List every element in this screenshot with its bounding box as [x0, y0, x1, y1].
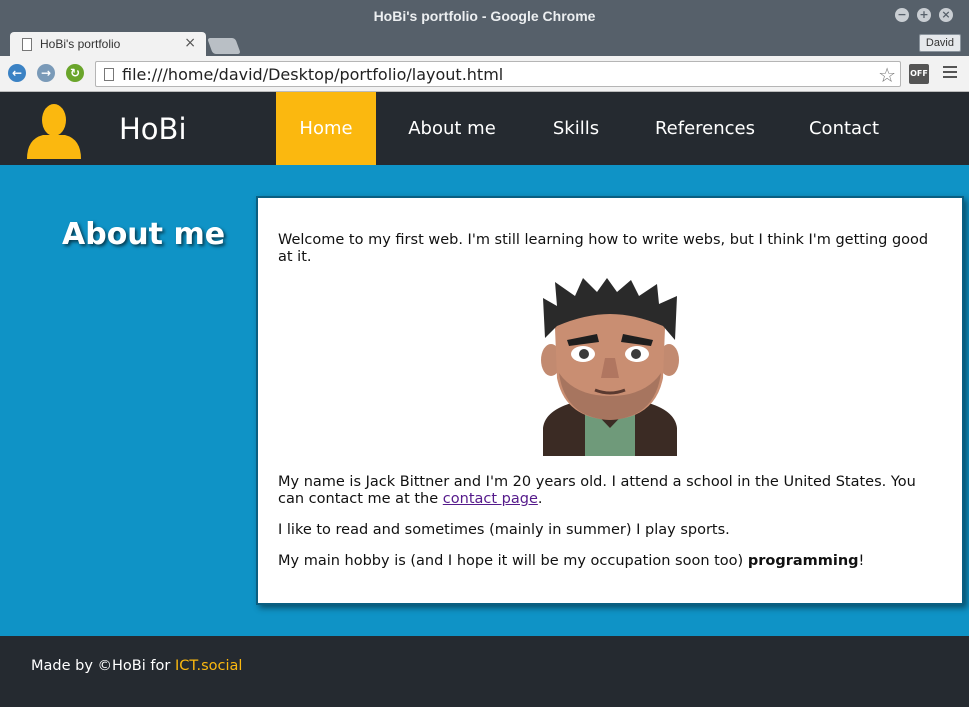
url-text[interactable]: file:///home/david/Desktop/portfolio/lay…: [122, 65, 503, 84]
main-hobby-end: !: [858, 553, 865, 569]
profile-button[interactable]: David: [918, 34, 961, 52]
nav-item-skills[interactable]: Skills: [528, 92, 624, 165]
arrow-right-icon: →: [40, 66, 52, 80]
minimize-icon[interactable]: −: [895, 8, 909, 22]
tab-title: HoBi's portfolio: [40, 37, 121, 51]
nav-item-references[interactable]: References: [624, 92, 786, 165]
window-controls: − + ×: [895, 8, 953, 22]
arrow-left-icon: ←: [11, 66, 23, 80]
tab-strip: HoBi's portfolio × David: [0, 32, 969, 56]
section-title: About me: [62, 217, 226, 252]
nav-item-home[interactable]: Home: [276, 92, 376, 165]
web-page: HoBi Home About me Skills References Con…: [0, 92, 969, 707]
main-hobby-paragraph: My main hobby is (and I hope it will be …: [278, 553, 942, 570]
bio-text-end: .: [537, 491, 543, 507]
hobbies-paragraph: I like to read and sometimes (mainly in …: [278, 522, 730, 538]
extension-off-icon[interactable]: OFF: [909, 64, 929, 84]
tab-close-icon[interactable]: ×: [184, 35, 196, 51]
close-window-icon[interactable]: ×: [939, 8, 953, 22]
avatar: [541, 278, 679, 456]
address-bar[interactable]: file:///home/david/Desktop/portfolio/lay…: [95, 61, 901, 87]
reload-icon: ↻: [69, 66, 81, 80]
document-icon: [22, 37, 32, 51]
forward-button[interactable]: →: [37, 64, 55, 82]
back-button[interactable]: ←: [8, 64, 26, 82]
site-footer: Made by ©HoBi for ICT.social: [0, 636, 969, 707]
maximize-icon[interactable]: +: [917, 8, 931, 22]
window-titlebar: HoBi's portfolio - Google Chrome − + ×: [0, 0, 969, 32]
page-icon: [104, 67, 114, 81]
footer-credit: Made by ©HoBi for: [31, 658, 175, 674]
window-title: HoBi's portfolio - Google Chrome: [373, 8, 596, 24]
site-name[interactable]: HoBi: [119, 112, 187, 146]
content-box: Welcome to my first web. I'm still learn…: [256, 196, 964, 605]
nav-item-about-me[interactable]: About me: [376, 92, 528, 165]
browser-toolbar: ← → ↻ file:///home/david/Desktop/portfol…: [0, 56, 969, 92]
site-header: HoBi Home About me Skills References Con…: [0, 92, 969, 165]
reload-button[interactable]: ↻: [66, 64, 84, 82]
user-silhouette-icon: [27, 104, 81, 159]
footer-text: Made by ©HoBi for ICT.social: [31, 658, 242, 674]
chrome-menu-icon[interactable]: [943, 66, 957, 82]
new-tab-button[interactable]: [207, 38, 241, 54]
contact-page-link[interactable]: contact page: [443, 491, 538, 507]
ict-social-link[interactable]: ICT.social: [175, 658, 243, 674]
nav-item-contact[interactable]: Contact: [786, 92, 902, 165]
main-hobby-text: My main hobby is (and I hope it will be …: [278, 553, 748, 569]
bio-text: My name is Jack Bittner and I'm 20 years…: [278, 474, 916, 507]
bookmark-star-icon[interactable]: ☆: [878, 63, 896, 87]
main-nav: Home About me Skills References Contact: [276, 92, 902, 165]
main-section: About me Welcome to my first web. I'm st…: [0, 165, 969, 636]
avatar-container: [278, 278, 942, 456]
bio-paragraph: My name is Jack Bittner and I'm 20 years…: [278, 474, 942, 508]
programming-bold: programming: [747, 553, 859, 569]
browser-tab[interactable]: HoBi's portfolio ×: [10, 32, 206, 56]
intro-paragraph: Welcome to my first web. I'm still learn…: [278, 232, 929, 265]
